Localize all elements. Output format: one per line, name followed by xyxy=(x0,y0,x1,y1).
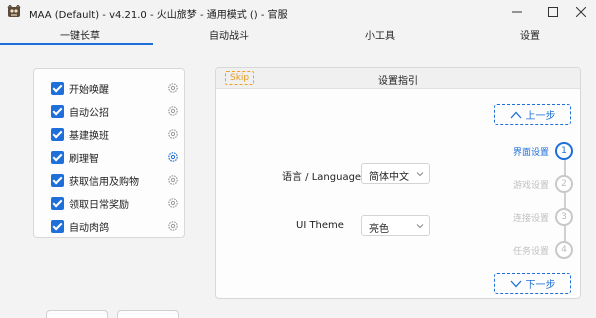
gear-icon[interactable] xyxy=(167,197,179,209)
task-checkbox[interactable] xyxy=(51,150,64,164)
chevron-down-icon xyxy=(510,280,521,287)
step-task-settings[interactable]: 任务设置 4 xyxy=(483,241,575,259)
tab-tools[interactable]: 小工具 xyxy=(365,27,395,42)
task-label: 开始唤醒 xyxy=(69,84,109,96)
language-label: 语言 / Language xyxy=(282,172,362,183)
task-checkbox[interactable] xyxy=(51,196,64,210)
guide-title: 设置指引 xyxy=(378,76,418,87)
window-title: MAA (Default) - v4.21.0 - 火山旅梦 - 通用模式 ()… xyxy=(29,10,288,21)
prev-step-button[interactable]: 上一步 xyxy=(494,104,571,125)
task-item-wakeup[interactable]: 开始唤醒 xyxy=(51,80,181,96)
close-button[interactable] xyxy=(562,0,596,24)
close-icon xyxy=(576,7,586,17)
task-item-recruit[interactable]: 自动公招 xyxy=(51,103,181,119)
task-label: 领取日常奖励 xyxy=(69,199,129,211)
task-item-fight[interactable]: 刷理智 xyxy=(51,149,181,165)
gear-icon[interactable] xyxy=(167,151,179,163)
task-item-infrast[interactable]: 基建换班 xyxy=(51,126,181,142)
theme-select-value: 亮色 xyxy=(369,224,389,235)
step-label: 任务设置 xyxy=(512,247,549,257)
gear-icon[interactable] xyxy=(167,128,179,140)
theme-select[interactable]: 亮色 xyxy=(361,215,430,236)
gear-icon[interactable] xyxy=(167,220,179,232)
theme-label: UI Theme xyxy=(296,220,344,231)
task-item-roguelike[interactable]: 自动肉鸽 xyxy=(51,218,181,234)
chevron-down-icon xyxy=(416,224,424,229)
gear-icon[interactable] xyxy=(167,105,179,117)
next-step-label: 下一步 xyxy=(525,280,556,291)
task-label: 自动肉鸽 xyxy=(69,222,109,234)
title-bar: MAA (Default) - v4.21.0 - 火山旅梦 - 通用模式 ()… xyxy=(0,0,596,24)
guide-header: Skip 设置指引 xyxy=(216,68,580,89)
active-tab-indicator xyxy=(0,43,153,45)
clear-button[interactable] xyxy=(117,310,179,318)
task-label: 自动公招 xyxy=(69,107,109,119)
language-select[interactable]: 简体中文 xyxy=(361,163,430,184)
gear-icon[interactable] xyxy=(167,82,179,94)
gear-icon[interactable] xyxy=(167,174,179,186)
tab-settings[interactable]: 设置 xyxy=(520,27,540,42)
task-checkbox[interactable] xyxy=(51,173,64,187)
language-select-value: 简体中文 xyxy=(369,172,409,183)
task-label: 获取信用及购物 xyxy=(69,176,139,188)
task-checkbox[interactable] xyxy=(51,219,64,233)
minimize-button[interactable] xyxy=(498,0,536,24)
tab-farming[interactable]: 一键长草 xyxy=(60,27,100,42)
app-icon xyxy=(7,5,21,17)
setup-guide-panel: Skip 设置指引 语言 / Language 简体中文 UI Theme 亮色… xyxy=(215,67,581,299)
task-checkbox[interactable] xyxy=(51,127,64,141)
task-checkbox[interactable] xyxy=(51,104,64,118)
task-list-panel: 开始唤醒 自动公招 基建换班 刷理智 获取信用及购物 领取日常奖励 自动肉鸽 xyxy=(33,68,185,238)
step-number: 2 xyxy=(555,175,573,193)
step-label: 界面设置 xyxy=(512,148,549,158)
maximize-icon xyxy=(548,7,558,17)
next-step-button[interactable]: 下一步 xyxy=(494,273,571,294)
step-ui-settings[interactable]: 界面设置 1 xyxy=(483,142,575,160)
step-connection-settings[interactable]: 连接设置 3 xyxy=(483,208,575,226)
step-label: 游戏设置 xyxy=(512,181,549,191)
prev-step-label: 上一步 xyxy=(525,111,556,122)
step-label: 连接设置 xyxy=(512,214,549,224)
task-item-award[interactable]: 领取日常奖励 xyxy=(51,195,181,211)
minimize-icon xyxy=(512,11,522,13)
chevron-down-icon xyxy=(416,172,424,177)
tab-auto-battle[interactable]: 自动战斗 xyxy=(209,27,249,42)
step-number: 1 xyxy=(555,142,573,160)
chevron-up-icon xyxy=(510,111,521,118)
step-number: 4 xyxy=(555,241,573,259)
step-number: 3 xyxy=(555,208,573,226)
task-checkbox[interactable] xyxy=(51,81,64,95)
select-all-button[interactable] xyxy=(46,310,108,318)
step-game-settings[interactable]: 游戏设置 2 xyxy=(483,175,575,193)
task-label: 基建换班 xyxy=(69,130,109,142)
task-label: 刷理智 xyxy=(69,153,99,165)
maa-window: MAA (Default) - v4.21.0 - 火山旅梦 - 通用模式 ()… xyxy=(0,0,596,318)
task-item-mall[interactable]: 获取信用及购物 xyxy=(51,172,181,188)
